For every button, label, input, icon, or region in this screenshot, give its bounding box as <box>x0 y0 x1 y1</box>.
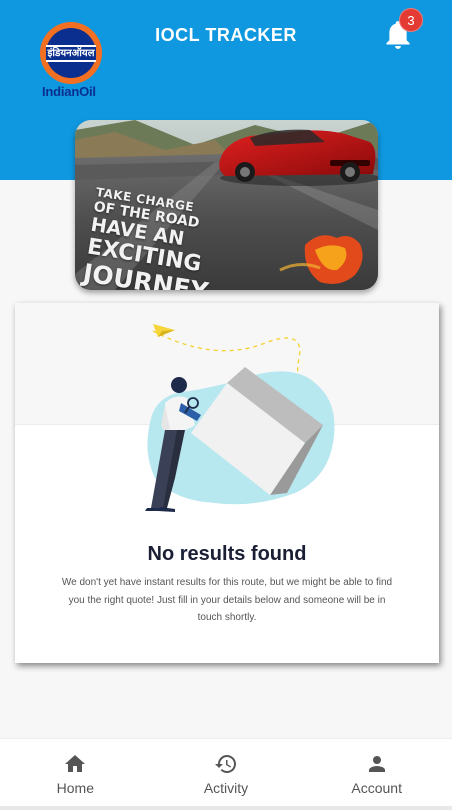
home-icon <box>65 755 86 772</box>
no-results-card: No results found We don't yet have insta… <box>15 303 439 663</box>
no-results-illustration <box>145 324 335 512</box>
nav-activity-label: Activity <box>203 780 249 796</box>
empty-state-title: No results found <box>147 543 307 565</box>
nav-activity[interactable]: Activity <box>151 739 302 806</box>
logo-wordmark: IndianOil <box>42 84 96 99</box>
nav-home-label: Home <box>56 780 95 796</box>
nav-home[interactable]: Home <box>0 739 151 806</box>
history-icon <box>215 755 236 773</box>
nav-account-label: Account <box>351 780 402 796</box>
promo-banner[interactable]: TAKE CHARGE OF THE ROAD HAVE AN EXCITING… <box>75 120 378 290</box>
bottom-navigation: Home Activity Account <box>0 738 452 806</box>
account-icon <box>368 756 385 772</box>
paper-plane-icon <box>153 324 175 337</box>
nav-bottom-divider <box>0 806 452 810</box>
empty-state-message: We don't yet have instant results for th… <box>61 577 393 623</box>
logo-hindi-text: इंडियनऑयल <box>46 44 96 62</box>
notification-badge: 3 <box>399 8 423 32</box>
nav-account[interactable]: Account <box>301 739 452 806</box>
